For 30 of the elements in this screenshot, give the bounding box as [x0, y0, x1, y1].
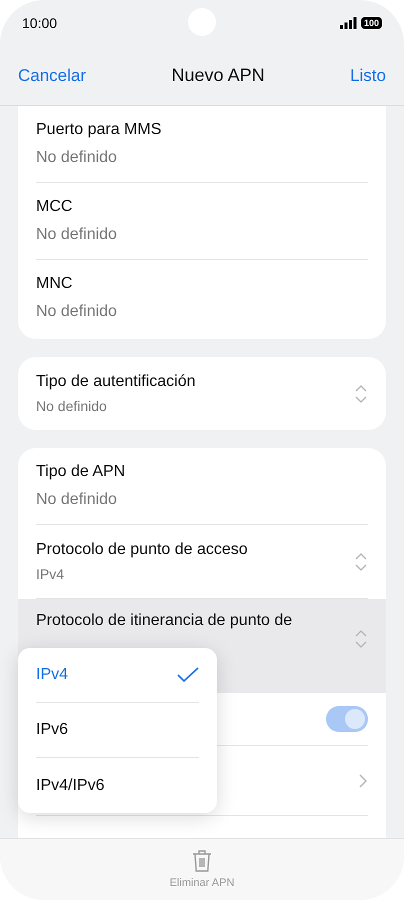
setting-label: Protocolo de punto de acceso [36, 540, 248, 560]
status-time: 10:00 [22, 14, 58, 32]
setting-label: Puerto para MMS [36, 120, 162, 140]
menu-option[interactable]: IPv4 [36, 648, 199, 703]
chevron-right-icon [358, 772, 368, 788]
setting-label: Protocolo de itinerancia de punto de [36, 611, 294, 631]
setting-value: No definido [36, 397, 108, 416]
setting-label: Tipo de APN [36, 462, 126, 482]
delete-apn-button[interactable]: Eliminar APN [170, 849, 234, 892]
battery-level: 100 [360, 17, 382, 29]
setting-value: No definido [36, 225, 118, 245]
checkmark-icon [177, 667, 199, 683]
done-button[interactable]: Listo [350, 62, 386, 88]
trash-icon [192, 849, 212, 873]
setting-value: No definido [36, 148, 118, 168]
setting-value: No definido [36, 302, 118, 322]
menu-option[interactable]: IPv4/IPv6 [36, 758, 199, 813]
up-down-icon [354, 552, 368, 572]
setting-label: MCC [36, 197, 74, 217]
toggle-switch[interactable] [326, 706, 368, 732]
cancel-button[interactable]: Cancelar [18, 62, 86, 88]
setting-label: Tipo de autentificación [36, 372, 196, 392]
up-down-icon [354, 384, 368, 404]
up-down-icon [354, 629, 368, 649]
screen-title: Nuevo APN [172, 64, 265, 87]
setting-label: MNC [36, 274, 74, 294]
setting-value: IPv4 [36, 565, 66, 584]
menu-option[interactable]: IPv6 [36, 703, 199, 758]
setting-value: No definido [36, 490, 118, 510]
signal-icon [340, 17, 357, 29]
